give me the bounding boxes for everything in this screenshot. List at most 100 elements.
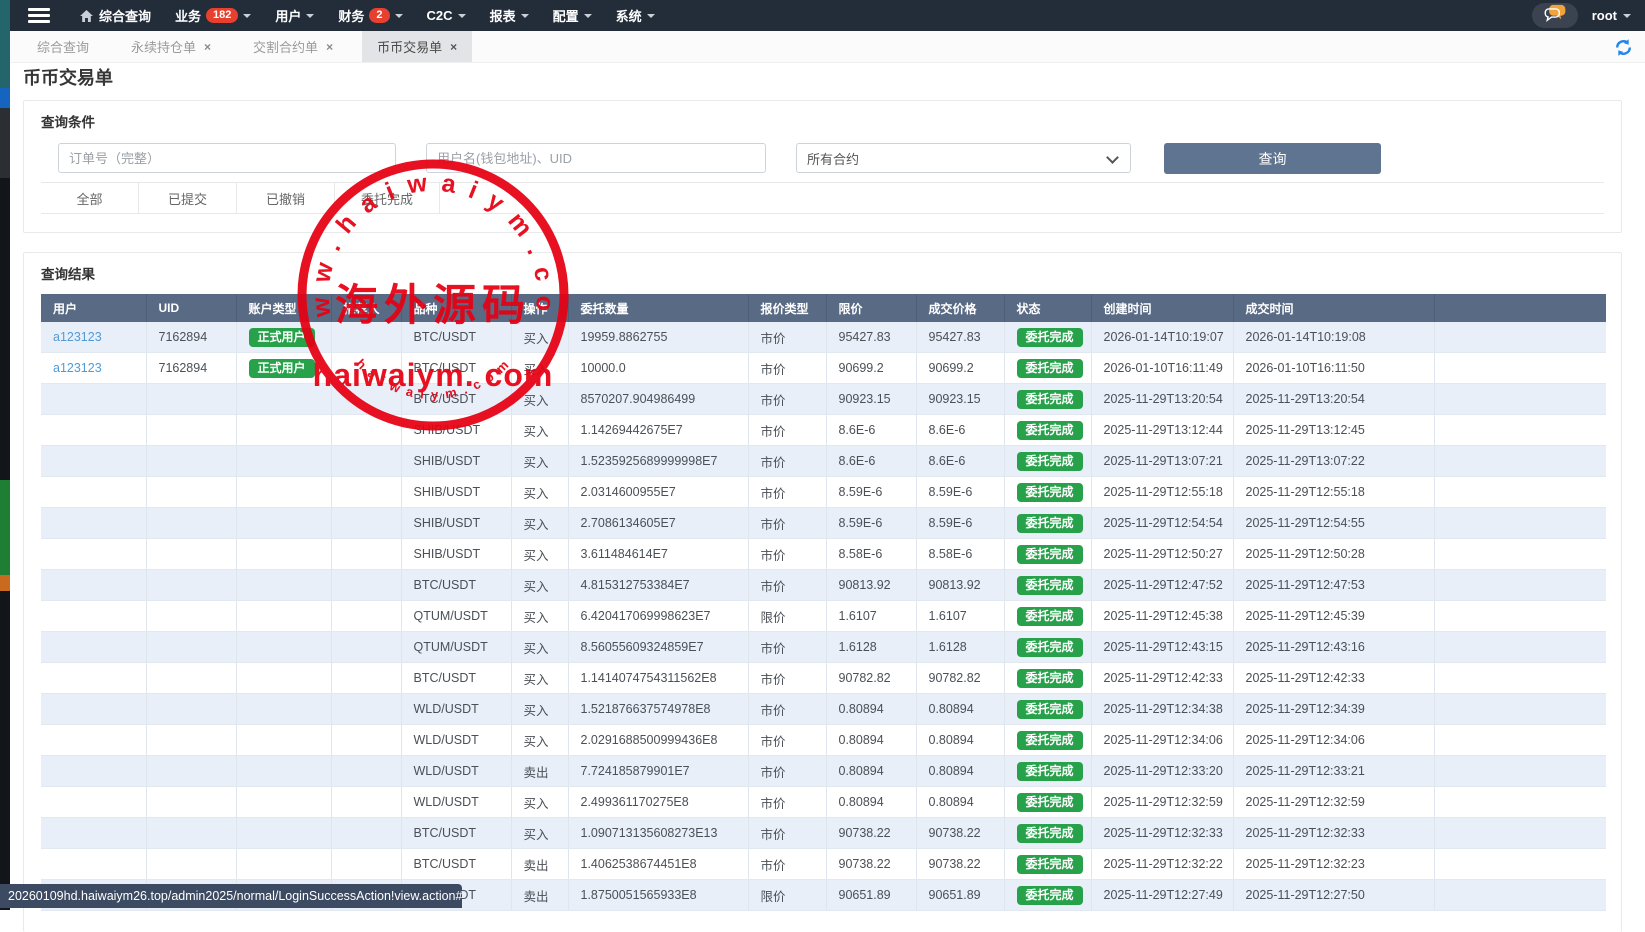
cell-limit_price: 8.6E-6 [826,415,916,446]
col-header-6: 委托数量 [568,294,748,322]
cell-amount: 2.0291688500999436E8 [568,725,748,756]
nav-item-4[interactable]: C2C [427,8,466,23]
table-row: BTC/USDT卖出1.4062538674451E8市价90738.22907… [41,849,1606,880]
cell-user [41,663,146,694]
cell-user [41,632,146,663]
cell-referrer [331,446,401,477]
edge-seg-teal [0,0,10,88]
cell-created: 2025-11-29T12:47:52 [1091,570,1233,601]
nav-item-7[interactable]: 系统 [616,6,655,25]
hamburger-menu-icon[interactable] [16,0,62,31]
status-badge: 委托完成 [1017,390,1083,409]
cell-limit_price: 8.59E-6 [826,477,916,508]
cell-side: 买入 [511,384,568,415]
status-badge: 委托完成 [1017,452,1083,471]
cell-blank [1434,539,1606,570]
table-row: SHIB/USDT买入1.5235925689999998E7市价8.6E-68… [41,446,1606,477]
cell-referrer [331,353,401,384]
user-menu[interactable]: root [1592,8,1631,23]
cell-dealt: 2025-11-29T12:34:39 [1233,694,1434,725]
user-link[interactable]: a123123 [53,330,102,344]
chevron-down-icon [458,14,466,18]
cell-user: a123123 [41,322,146,353]
cell-pair: BTC/USDT [401,353,511,384]
cell-created: 2025-11-29T12:27:49 [1091,880,1233,911]
cell-limit_price: 0.80894 [826,725,916,756]
table-row: QTUM/USDT买入6.420417069998623E7限价1.61071.… [41,601,1606,632]
cell-uid [146,570,236,601]
cell-status: 委托完成 [1004,849,1091,880]
cell-referrer [331,570,401,601]
close-icon[interactable]: × [204,41,211,53]
user-link[interactable]: a123123 [53,361,102,375]
close-icon[interactable]: × [450,41,457,53]
table-row: WLD/USDT卖出7.724185879901E7市价0.808940.808… [41,756,1606,787]
edge-seg-green [0,480,10,575]
tab-label: 综合查询 [37,37,89,56]
cell-limit_price: 90813.92 [826,570,916,601]
cell-referrer [331,322,401,353]
username-uid-input[interactable] [426,143,766,173]
cell-blank [1434,880,1606,911]
nav-item-6[interactable]: 配置 [553,6,592,25]
tab-label: 永续持仓单 [131,37,196,56]
cell-user [41,694,146,725]
cell-status: 委托完成 [1004,725,1091,756]
cell-limit_price: 90738.22 [826,849,916,880]
chat-button[interactable] [1532,3,1578,28]
search-button[interactable]: 查询 [1164,143,1381,174]
cell-account_type [236,415,331,446]
status-filter-0[interactable]: 全部 [41,183,139,213]
close-icon[interactable]: × [326,41,333,53]
chevron-down-icon [521,14,529,18]
table-row: a1231237162894正式用户BTC/USDT买入10000.0市价906… [41,353,1606,384]
nav-item-2[interactable]: 用户 [275,6,314,25]
nav-item-1[interactable]: 业务182 [175,6,251,25]
edge-seg-orange [0,575,10,591]
status-badge: 委托完成 [1017,421,1083,440]
nav-item-label: 报表 [490,6,516,25]
cell-pair: BTC/USDT [401,384,511,415]
cell-amount: 1.090713135608273E13 [568,818,748,849]
cell-amount: 2.499361170275E8 [568,787,748,818]
tab-2[interactable]: 交割合约单× [238,31,348,62]
nav-item-label: 系统 [616,6,642,25]
cell-deal_price: 90651.89 [916,880,1004,911]
cell-blank [1434,787,1606,818]
cell-deal_price: 1.6107 [916,601,1004,632]
refresh-icon [1614,38,1633,57]
left-edge-strip [0,0,10,910]
chevron-down-icon [1106,151,1119,164]
cell-deal_price: 8.6E-6 [916,446,1004,477]
nav-item-3[interactable]: 财务2 [338,6,402,25]
refresh-button[interactable] [1614,38,1633,62]
col-header-9: 成交价格 [916,294,1004,322]
status-filter-3[interactable]: 委托完成 [335,183,440,213]
cell-quote_type: 市价 [748,663,826,694]
cell-created: 2025-11-29T13:20:54 [1091,384,1233,415]
cell-created: 2025-11-29T12:32:22 [1091,849,1233,880]
cell-user [41,725,146,756]
order-number-input[interactable] [58,143,396,173]
nav-item-5[interactable]: 报表 [490,6,529,25]
chevron-down-icon [306,14,314,18]
cell-amount: 2.7086134605E7 [568,508,748,539]
cell-side: 买入 [511,539,568,570]
contract-select[interactable]: 所有合约 [796,143,1131,173]
cell-amount: 4.815312753384E7 [568,570,748,601]
cell-side: 买入 [511,415,568,446]
cell-blank [1434,384,1606,415]
status-filter-1[interactable]: 已提交 [139,183,237,213]
cell-created: 2025-11-29T12:54:54 [1091,508,1233,539]
status-filter-2[interactable]: 已撤销 [237,183,335,213]
cell-side: 卖出 [511,756,568,787]
cell-uid [146,446,236,477]
cell-deal_price: 90699.2 [916,353,1004,384]
tab-3[interactable]: 币币交易单× [362,31,472,62]
nav-item-0[interactable]: 综合查询 [80,6,151,25]
cell-blank [1434,477,1606,508]
cell-status: 委托完成 [1004,322,1091,353]
tab-1[interactable]: 永续持仓单 × [116,31,226,62]
status-badge: 委托完成 [1017,793,1083,812]
tab-0[interactable]: 综合查询 [22,31,104,62]
